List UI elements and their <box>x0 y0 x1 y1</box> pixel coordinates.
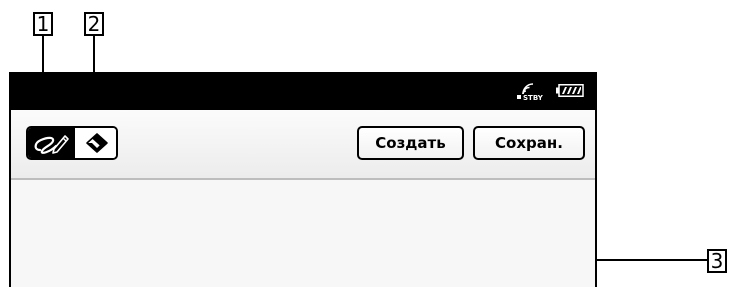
status-bar: STBY <box>11 72 595 110</box>
callout-3: 3 <box>707 249 727 273</box>
drawing-tools-group <box>26 126 118 160</box>
pen-tool-button[interactable] <box>28 128 74 158</box>
pen-icon <box>34 135 69 154</box>
toolbar: Создать Сохран. <box>11 110 595 180</box>
wireless-standby-indicator: STBY <box>517 82 545 104</box>
create-button[interactable]: Создать <box>357 126 464 160</box>
battery-icon <box>556 84 584 97</box>
device-screen: STBY Создать Сохран. <box>9 72 597 287</box>
callout-1: 1 <box>33 12 53 36</box>
eraser-icon <box>86 133 108 153</box>
callout-2: 2 <box>84 12 104 36</box>
standby-label: STBY <box>523 94 543 102</box>
drawing-canvas[interactable] <box>11 180 595 287</box>
eraser-tool-button[interactable] <box>74 128 116 158</box>
save-button[interactable]: Сохран. <box>473 126 585 160</box>
screenshot-stage: 1 2 3 STBY Создать Сохран. <box>0 0 730 287</box>
